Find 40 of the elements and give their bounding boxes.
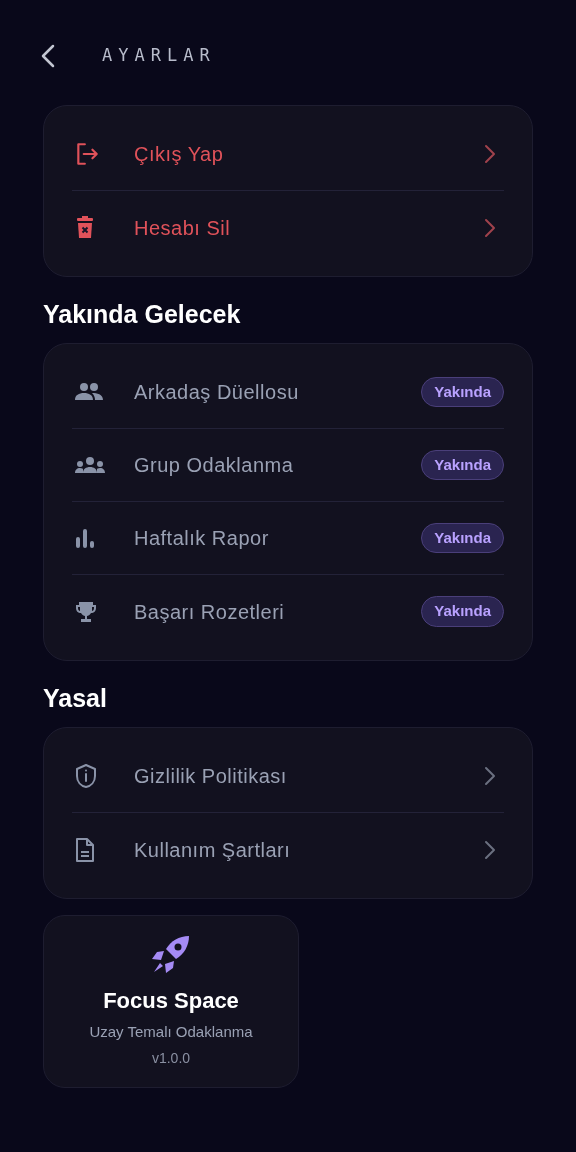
app-version: v1.0.0: [151, 1048, 191, 1068]
row-label: Arkadaş Düellosu: [134, 380, 300, 405]
bar-chart-icon: [74, 527, 96, 549]
rocket-icon: [151, 934, 191, 974]
soon-badge: Yakında: [421, 522, 504, 554]
app-name: Focus Space: [103, 987, 239, 1015]
row-label: Çıkış Yap: [134, 142, 225, 167]
soon-badge: Yakında: [421, 449, 504, 481]
settings-row[interactable]: Haftalık Rapor Yakında: [72, 502, 504, 575]
chevron-right-icon: [484, 766, 496, 786]
chevron-right-icon: [484, 217, 496, 238]
soon-badge: Yakında: [421, 596, 504, 627]
trophy-icon: [74, 599, 98, 624]
group-icon: [74, 456, 106, 474]
row-label: Gizlilik Politikası: [134, 764, 288, 789]
back-icon: [41, 44, 55, 68]
settings-row[interactable]: Hesabı Sil: [72, 191, 504, 264]
row-label: Başarı Rozetleri: [134, 599, 286, 625]
shield-info-icon: [74, 763, 98, 789]
row-label: Kullanım Şartları: [134, 837, 292, 863]
row-label: Grup Odaklanma: [134, 453, 295, 478]
trash-icon: [74, 215, 96, 240]
chevron-right-icon: [484, 839, 496, 860]
settings-row[interactable]: Başarı Rozetleri Yakında: [72, 575, 504, 648]
soon-badge: Yakında: [421, 376, 504, 408]
section-title: Yasal: [43, 683, 108, 714]
settings-row[interactable]: Çıkış Yap: [72, 118, 504, 191]
document-icon: [74, 836, 96, 863]
settings-row[interactable]: Gizlilik Politikası: [72, 740, 504, 813]
app-tagline: Uzay Temalı Odaklanma: [89, 1022, 253, 1042]
chevron-right-icon: [484, 144, 496, 164]
row-label: Hesabı Sil: [134, 215, 232, 241]
section-title: Yakında Gelecek: [43, 299, 242, 330]
settings-row[interactable]: Kullanım Şartları: [72, 813, 504, 886]
settings-row[interactable]: Grup Odaklanma Yakında: [72, 429, 504, 502]
row-label: Haftalık Rapor: [134, 526, 270, 551]
page-title: AYARLAR: [102, 44, 216, 68]
settings-row[interactable]: Arkadaş Düellosu Yakında: [72, 356, 504, 429]
logout-icon: [74, 141, 100, 167]
people-icon: [74, 382, 104, 402]
